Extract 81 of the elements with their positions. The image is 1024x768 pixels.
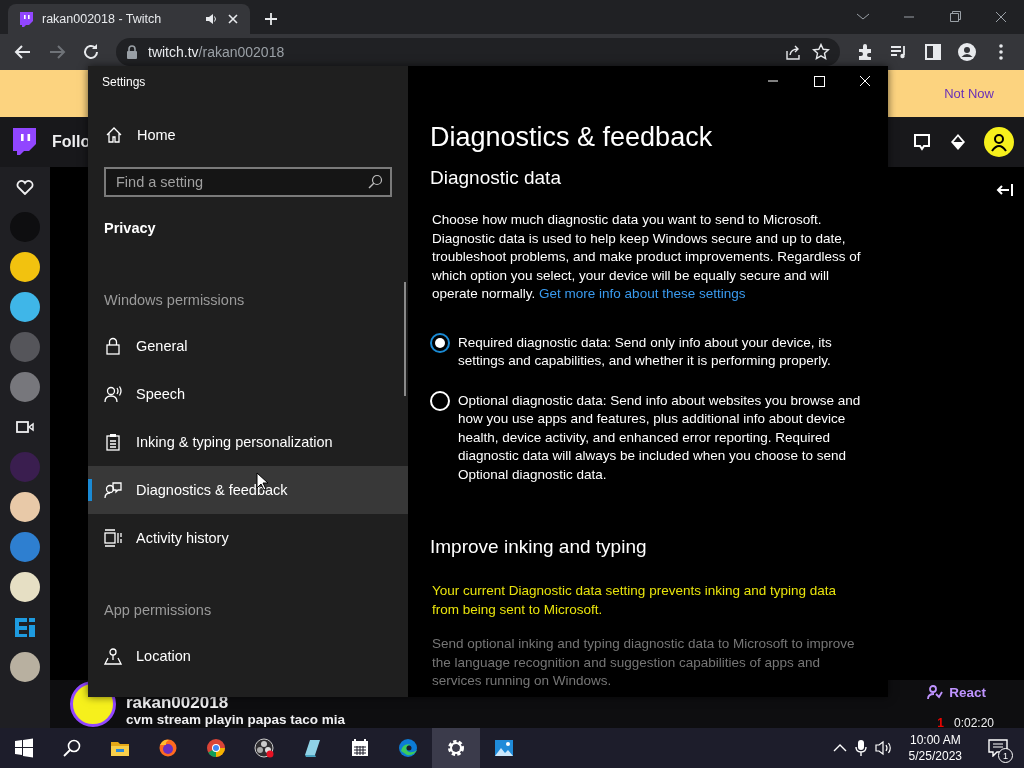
lock-icon — [104, 337, 122, 355]
person-feedback-icon — [104, 481, 122, 499]
star-icon[interactable] — [812, 43, 830, 61]
group-heading: App permissions — [103, 602, 213, 618]
share-icon[interactable] — [784, 43, 802, 61]
collapse-arrow-icon[interactable] — [996, 183, 1014, 197]
activity-icon — [104, 529, 122, 547]
page-heading: Diagnostics & feedback — [430, 121, 714, 154]
option-label: Optional diagnostic data: Send info about websites you browse and how you use apps and features, plus additional info about device health, device activity, and enhanced error reporting. Required diagnostic data will always be included when you choose to send Optional diagnostic data. — [458, 391, 862, 484]
person-icon — [989, 132, 1009, 152]
channel-name[interactable]: rakan002018 — [126, 694, 346, 712]
warning-text: Your current Diagnostic data setting prevents inking and typing data from being sent to Microsoft. — [432, 582, 837, 619]
channel-avatar[interactable] — [10, 292, 40, 322]
group-heading: Windows permissions — [103, 292, 246, 308]
nav-item[interactable]: Location — [88, 632, 408, 680]
side-panel-icon[interactable] — [923, 42, 943, 62]
viewer-count: 1 — [937, 717, 944, 729]
channel-avatar[interactable] — [10, 652, 40, 682]
disabled-description: Send optional inking and typing diagnostic data to Microsoft to improve the language recognition and suggestion capabilities of apps and services running on Windows. — [432, 635, 856, 690]
microphone-icon[interactable] — [854, 739, 867, 757]
twitch-logo-icon[interactable] — [10, 127, 38, 157]
profile-icon[interactable] — [957, 42, 977, 62]
channel-avatar[interactable] — [10, 492, 40, 522]
chevron-up-icon[interactable] — [832, 743, 847, 753]
settings-icon — [446, 738, 466, 758]
person-check-icon — [927, 684, 944, 700]
windows-start-icon[interactable] — [14, 738, 34, 758]
browser-tab[interactable]: rakan002018 - Twitch — [8, 4, 250, 34]
user-avatar[interactable] — [984, 127, 1014, 157]
chrome-icon — [206, 738, 226, 758]
home-icon — [105, 126, 123, 144]
notes-app-icon — [302, 738, 322, 758]
speaker-icon[interactable] — [204, 12, 218, 26]
notification-count: 1 — [998, 748, 1013, 763]
clock[interactable]: 10:00 AM 5/25/2023 — [900, 732, 970, 764]
info-link[interactable]: Get more info about these settings — [539, 286, 746, 301]
following-link[interactable]: Follo — [52, 133, 91, 151]
edge-icon — [398, 738, 418, 758]
clipboard-icon — [104, 433, 122, 451]
firefox-icon — [158, 738, 178, 758]
stream-title: cvm stream playin papas taco mia — [126, 712, 346, 728]
search-icon — [62, 738, 82, 758]
twitch-logo-icon — [18, 11, 34, 27]
close-tab-icon[interactable] — [226, 12, 240, 26]
diamond-icon[interactable] — [948, 132, 968, 152]
nav-item[interactable]: Inking & typing personalization — [88, 418, 408, 466]
nav-item[interactable]: Diagnostics & feedback — [88, 466, 408, 514]
location-icon — [104, 647, 122, 665]
option-label: Required diagnostic data: Send only info about your device, its settings and capabilities, and whether it is performing properly. — [458, 333, 833, 370]
search-field[interactable]: Find a setting — [104, 167, 392, 197]
video-camera-icon[interactable] — [16, 420, 34, 434]
nav-item[interactable]: General — [88, 322, 408, 370]
new-tab-icon[interactable] — [263, 11, 279, 27]
heart-icon[interactable] — [16, 179, 34, 195]
radio-button[interactable] — [430, 332, 450, 353]
react-button[interactable]: React — [923, 682, 990, 702]
person-speaking-icon — [104, 385, 122, 403]
nav-item[interactable]: Home — [88, 111, 408, 159]
section-heading: Improve inking and typing — [430, 535, 648, 559]
notifications-icon[interactable] — [988, 739, 1008, 757]
reload-icon[interactable] — [81, 42, 101, 62]
stream-uptime: 0:02:20 — [953, 717, 994, 729]
not-now-button[interactable]: Not Now — [944, 82, 994, 105]
nav-item[interactable]: Activity history — [88, 514, 408, 562]
channel-logo-icon[interactable] — [13, 616, 37, 638]
nav-item[interactable]: Speech — [88, 370, 408, 418]
section-title: Privacy — [103, 220, 157, 236]
photos-icon — [494, 738, 514, 758]
description-text: Choose how much diagnostic data you want to send to Microsoft. Diagnostic data is used to help keep Windows secure and up to date, troubleshoot problems, and make product improvements. Regardless of which option you select, your device will be equally secure and will operate normally. Get more info about these settings — [432, 211, 862, 303]
channel-avatar[interactable] — [10, 572, 40, 602]
obs-icon — [254, 738, 274, 758]
taskbar-button[interactable] — [432, 728, 480, 768]
speaker-icon[interactable] — [874, 740, 893, 756]
chat-bubble-icon[interactable] — [912, 132, 932, 152]
channel-avatar[interactable] — [10, 252, 40, 282]
search-icon[interactable] — [367, 174, 383, 190]
lock-icon[interactable] — [126, 45, 138, 59]
window-title: Settings — [101, 74, 147, 89]
section-heading: Diagnostic data — [430, 166, 562, 190]
calendar-icon — [350, 738, 370, 758]
scrollbar[interactable] — [404, 282, 406, 396]
